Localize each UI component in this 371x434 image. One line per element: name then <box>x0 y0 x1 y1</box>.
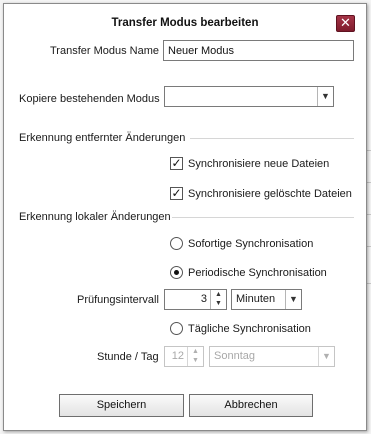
daily-sync-radio[interactable] <box>170 322 183 335</box>
stepper-arrows-icon[interactable]: ▲ ▼ <box>187 347 203 366</box>
periodic-sync-radio[interactable] <box>170 266 183 279</box>
chevron-down-icon: ▼ <box>317 87 333 106</box>
stepper-arrows-icon[interactable]: ▲ ▼ <box>210 290 226 309</box>
hour-value: 12 <box>171 350 184 362</box>
chevron-down-icon: ▼ <box>285 290 301 309</box>
sync-new-label: Synchronisiere neue Dateien <box>188 158 330 170</box>
hour-day-label: Stunde / Tag <box>97 351 159 363</box>
sync-deleted-label: Synchronisiere gelöschte Dateien <box>188 188 352 200</box>
day-select[interactable]: Sonntag ▼ <box>209 346 335 367</box>
sync-new-checkbox[interactable]: ✓ <box>170 157 183 170</box>
immediate-sync-label: Sofortige Synchronisation <box>188 238 314 250</box>
chevron-down-icon: ▼ <box>318 347 334 366</box>
mode-name-input[interactable] <box>163 40 354 61</box>
background-divider <box>367 214 371 215</box>
cancel-button[interactable]: Abbrechen <box>189 394 313 417</box>
background-divider <box>367 246 371 247</box>
copy-mode-select[interactable]: ▼ <box>164 86 334 107</box>
copy-mode-label: Kopiere bestehenden Modus <box>19 93 160 105</box>
interval-unit-value: Minuten <box>236 293 276 305</box>
background-divider <box>367 150 371 151</box>
immediate-sync-radio[interactable] <box>170 237 183 250</box>
day-value: Sonntag <box>214 350 255 362</box>
name-label: Transfer Modus Name <box>50 45 160 57</box>
dialog-title: Transfer Modus bearbeiten <box>111 17 259 29</box>
background-divider <box>367 283 371 284</box>
interval-stepper[interactable]: 3 ▲ ▼ <box>164 289 227 310</box>
interval-label: Prüfungsintervall <box>77 294 159 306</box>
local-changes-section-title: Erkennung lokaler Änderungen <box>19 211 171 223</box>
save-button[interactable]: Speichern <box>59 394 184 417</box>
interval-unit-select[interactable]: Minuten ▼ <box>231 289 302 310</box>
background-divider <box>367 182 371 183</box>
section-divider <box>190 138 354 139</box>
hour-stepper[interactable]: 12 ▲ ▼ <box>164 346 204 367</box>
daily-sync-label: Tägliche Synchronisation <box>188 323 311 335</box>
periodic-sync-label: Periodische Synchronisation <box>188 267 327 279</box>
close-icon[interactable]: ✕ <box>336 15 355 32</box>
remote-changes-section-title: Erkennung entfernter Änderungen <box>19 132 186 144</box>
section-divider <box>172 217 354 218</box>
sync-deleted-checkbox[interactable]: ✓ <box>170 187 183 200</box>
interval-value: 3 <box>200 293 207 305</box>
transfer-mode-dialog: Transfer Modus bearbeiten ✕ Transfer Mod… <box>3 3 367 431</box>
